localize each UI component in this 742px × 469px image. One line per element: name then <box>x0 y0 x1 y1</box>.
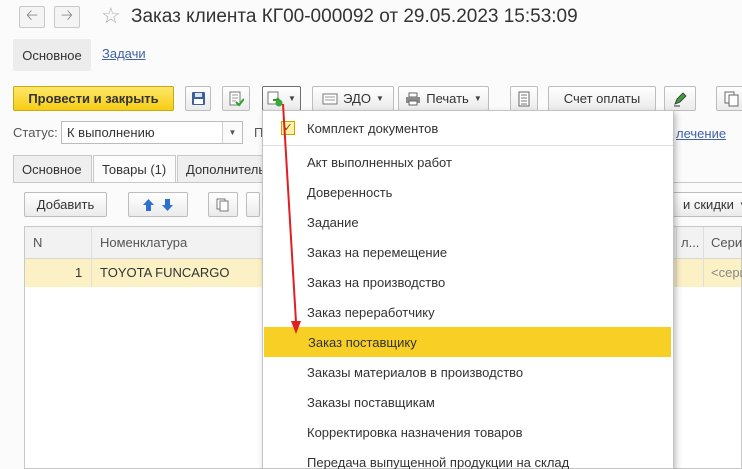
edit-button[interactable] <box>664 86 696 111</box>
tab-tasks[interactable]: Задачи <box>102 46 146 61</box>
column-divider <box>91 227 92 287</box>
menu-item[interactable]: Заказы поставщикам <box>263 387 673 417</box>
tab-basic[interactable]: Основное <box>13 155 92 182</box>
menu-item[interactable]: Заказ на производство <box>263 267 673 297</box>
tab-additional[interactable]: Дополнитель <box>177 155 267 182</box>
column-divider <box>703 227 704 287</box>
right-link[interactable]: лечение <box>676 126 726 141</box>
menu-item[interactable]: Корректировка назначения товаров <box>263 417 673 447</box>
arrow-up-icon[interactable] <box>142 198 155 212</box>
chevron-down-icon: ▼ <box>375 94 384 103</box>
invoice-button[interactable]: Счет оплаты <box>548 86 656 111</box>
menu-item-document-set[interactable]: ✓ Комплект документов <box>263 111 673 146</box>
col-n[interactable]: N <box>33 235 42 250</box>
back-button[interactable]: 🡠 <box>19 6 45 28</box>
menu-item[interactable]: Заказы материалов в производство <box>263 357 673 387</box>
create-based-on-menu: ✓ Комплект документов Акт выполненных ра… <box>262 110 674 469</box>
star-icon[interactable]: ☆ <box>101 3 121 29</box>
copy-rows-icon <box>216 198 229 211</box>
save-button[interactable] <box>185 86 211 111</box>
arrow-right-icon: 🡢 <box>60 6 74 24</box>
chevron-down-icon: ▼ <box>228 128 237 137</box>
col-cut[interactable]: л... <box>681 235 699 250</box>
invoice-label: Счет оплаты <box>563 91 641 106</box>
print-button[interactable]: Печать ▼ <box>398 86 489 111</box>
column-divider <box>676 227 677 287</box>
printer-icon <box>406 92 421 105</box>
row-series: <сери <box>711 265 742 280</box>
add-button[interactable]: Добавить <box>24 192 107 217</box>
document-post-icon <box>229 91 244 106</box>
menu-item-label: Комплект документов <box>307 121 439 136</box>
menu-item[interactable]: Передача выпущенной продукции на склад <box>263 447 673 469</box>
copy-icon <box>724 91 739 106</box>
menu-item[interactable]: Доверенность <box>263 177 673 207</box>
row-item: TOYOTA FUNCARGO <box>100 265 230 280</box>
status-value: К выполнению <box>67 125 155 140</box>
create-based-on-button[interactable]: ▼ <box>262 86 301 111</box>
tab-goods[interactable]: Товары (1) <box>93 155 176 183</box>
edo-button[interactable]: ЭДО ▼ <box>312 86 394 111</box>
page-title: Заказ клиента КГ00-000092 от 29.05.2023 … <box>131 6 578 27</box>
checkbox-icon[interactable]: ✓ <box>281 121 295 135</box>
menu-item-selected[interactable]: Заказ поставщику <box>264 327 671 357</box>
add-label: Добавить <box>36 197 95 212</box>
print-label: Печать <box>426 91 469 106</box>
tab-main[interactable]: Основное <box>13 39 91 71</box>
arrow-down-icon[interactable] <box>161 198 174 212</box>
post-button[interactable] <box>222 86 250 111</box>
create-based-on-icon <box>267 91 283 106</box>
copy-button[interactable] <box>716 86 742 111</box>
arrow-left-icon: 🡠 <box>25 6 39 24</box>
menu-item[interactable]: Заказ переработчику <box>263 297 673 327</box>
pen-icon <box>674 91 687 106</box>
edo-label: ЭДО <box>343 91 371 106</box>
row-number: 1 <box>75 265 83 280</box>
post-and-close-label: Провести и закрыть <box>28 91 159 106</box>
status-dropdown-button[interactable]: ▼ <box>222 122 242 143</box>
menu-item[interactable]: Задание <box>263 207 673 237</box>
status-field[interactable]: К выполнению ▼ <box>61 121 243 144</box>
menu-item[interactable]: Акт выполненных работ <box>263 147 673 177</box>
chevron-down-icon: ▼ <box>288 94 296 103</box>
report-icon <box>518 91 530 106</box>
col-item[interactable]: Номенклатура <box>100 235 187 250</box>
edo-icon <box>322 93 338 104</box>
menu-item[interactable]: Заказ на перемещение <box>263 237 673 267</box>
move-buttons[interactable] <box>128 192 188 217</box>
post-and-close-button[interactable]: Провести и закрыть <box>13 86 174 111</box>
copy-rows-button[interactable] <box>208 192 238 217</box>
chevron-down-icon: ▼ <box>473 94 482 103</box>
col-series[interactable]: Сери <box>711 235 742 250</box>
forward-button[interactable]: 🡢 <box>54 6 80 28</box>
status-label: Статус: <box>13 125 58 140</box>
floppy-disk-icon <box>191 92 205 105</box>
report-button[interactable] <box>510 86 538 111</box>
discounts-button[interactable]: и скидки ▼ <box>662 192 742 217</box>
discounts-label: и скидки <box>683 197 734 212</box>
extra-button[interactable] <box>246 192 260 217</box>
